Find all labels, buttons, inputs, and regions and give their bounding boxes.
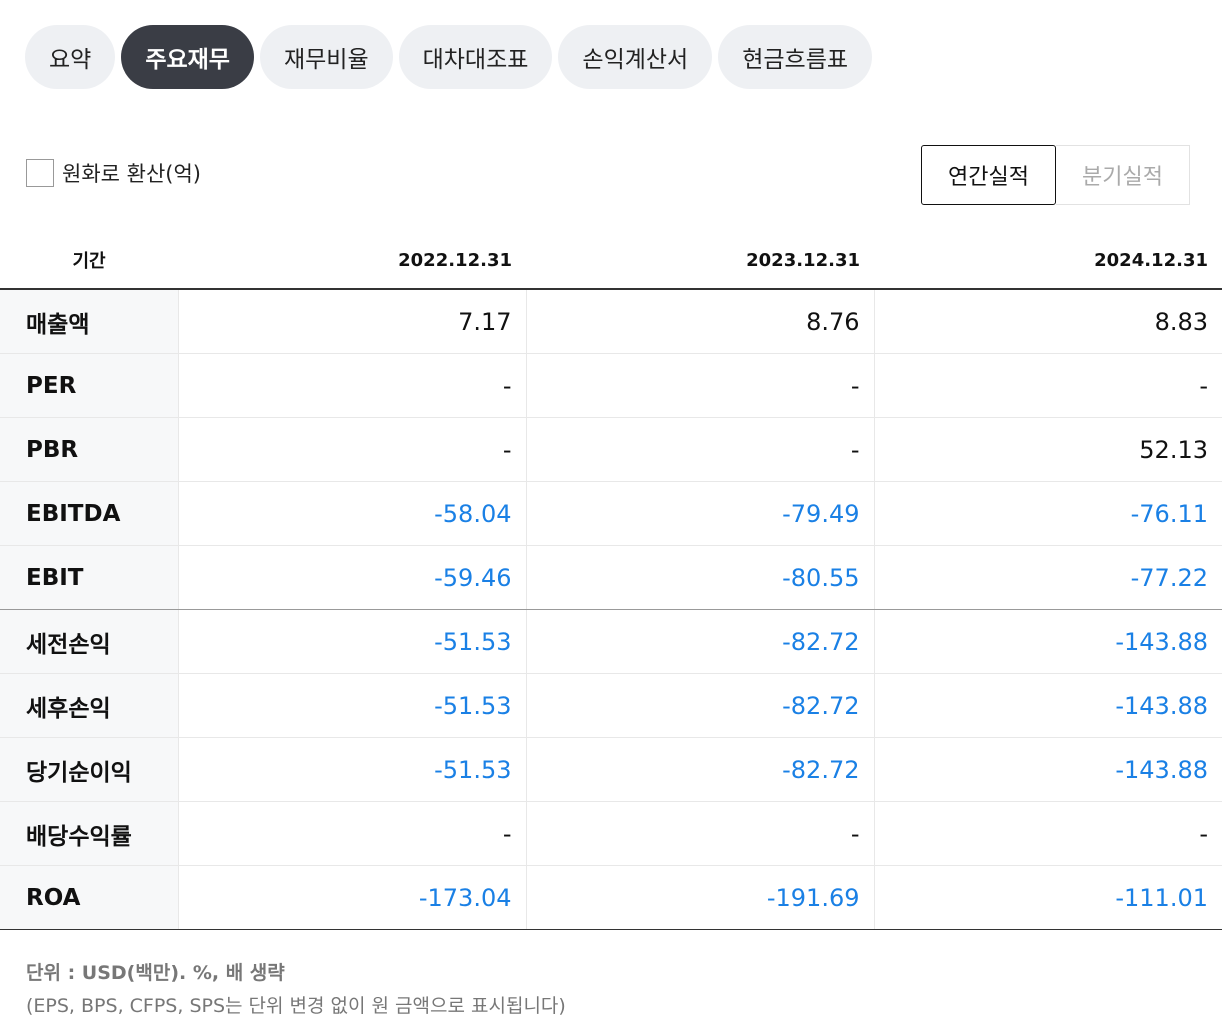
cell-value: - [525, 801, 874, 866]
table-row: 당기순이익 -51.53 -82.72 -143.88 [0, 737, 1222, 802]
row-label: 배당수익률 [0, 801, 178, 866]
tab-cash-flow[interactable]: 현금흐름표 [718, 25, 873, 89]
tab-balance-sheet[interactable]: 대차대조표 [398, 25, 553, 89]
table-footer: 단위 : USD(백만). %, 배 생략 (EPS, BPS, CFPS, S… [26, 958, 566, 1018]
row-label: EBITDA [0, 481, 178, 546]
krw-convert-toggle[interactable]: 원화로 환산(억) [26, 158, 201, 188]
cell-value: -58.04 [177, 481, 526, 546]
row-label: 매출액 [0, 289, 178, 354]
period-toggle: 연간실적 분기실적 [921, 145, 1190, 205]
cell-value: 8.76 [525, 289, 874, 354]
annual-button[interactable]: 연간실적 [921, 145, 1056, 205]
cell-value: 7.17 [177, 289, 526, 354]
krw-convert-checkbox[interactable] [26, 159, 54, 187]
tab-summary[interactable]: 요약 [25, 25, 116, 89]
table-row: EBIT -59.46 -80.55 -77.22 [0, 545, 1222, 610]
table-row: 세전손익 -51.53 -82.72 -143.88 [0, 609, 1222, 674]
row-label: ROA [0, 865, 178, 930]
cell-value: -82.72 [525, 737, 874, 802]
cell-value: -143.88 [873, 609, 1222, 674]
row-label: 당기순이익 [0, 737, 178, 802]
table-header-row: 기간 2022.12.31 2023.12.31 2024.12.31 [0, 232, 1222, 290]
cell-value: - [873, 801, 1222, 866]
cell-value: -82.72 [525, 609, 874, 674]
cell-value: -79.49 [525, 481, 874, 546]
row-label: 세후손익 [0, 673, 178, 738]
unit-note: 단위 : USD(백만). %, 배 생략 [26, 962, 285, 984]
cell-value: -173.04 [177, 865, 526, 930]
tab-financial-ratios[interactable]: 재무비율 [259, 25, 393, 89]
cell-value: -143.88 [873, 673, 1222, 738]
row-label: PER [0, 353, 178, 418]
tab-key-financials[interactable]: 주요재무 [121, 25, 254, 89]
cell-value: -77.22 [873, 545, 1222, 610]
row-label: PBR [0, 417, 178, 482]
eps-note: (EPS, BPS, CFPS, SPS는 단위 변경 없이 원 금액으로 표시… [26, 995, 566, 1017]
cell-value: - [177, 353, 526, 418]
tab-bar: 요약 주요재무 재무비율 대차대조표 손익계산서 현금흐름표 [25, 25, 873, 89]
cell-value: - [177, 801, 526, 866]
quarterly-button[interactable]: 분기실적 [1056, 145, 1190, 205]
period-2024: 2024.12.31 [874, 232, 1222, 290]
cell-value: -80.55 [525, 545, 874, 610]
cell-value: -143.88 [873, 737, 1222, 802]
row-label: 세전손익 [0, 609, 178, 674]
cell-value: -82.72 [525, 673, 874, 738]
cell-value: - [177, 417, 526, 482]
table-row: 배당수익률 - - - [0, 801, 1222, 866]
cell-value: - [525, 417, 874, 482]
cell-value: - [525, 353, 874, 418]
cell-value: -59.46 [177, 545, 526, 610]
cell-value: -111.01 [873, 865, 1222, 930]
cell-value: -76.11 [873, 481, 1222, 546]
row-label: EBIT [0, 545, 178, 610]
cell-value: - [873, 353, 1222, 418]
table-row: ROA -173.04 -191.69 -111.01 [0, 865, 1222, 930]
cell-value: 52.13 [873, 417, 1222, 482]
tab-income-statement[interactable]: 손익계산서 [558, 25, 713, 89]
table-row: 매출액 7.17 8.76 8.83 [0, 289, 1222, 354]
cell-value: -51.53 [177, 737, 526, 802]
cell-value: -191.69 [525, 865, 874, 930]
period-2023: 2023.12.31 [526, 232, 874, 290]
cell-value: -51.53 [177, 673, 526, 738]
table-row: PBR - - 52.13 [0, 417, 1222, 482]
table-row: EBITDA -58.04 -79.49 -76.11 [0, 481, 1222, 546]
table-row: PER - - - [0, 353, 1222, 418]
krw-convert-label: 원화로 환산(억) [62, 162, 201, 186]
cell-value: -51.53 [177, 609, 526, 674]
financials-table: 기간 2022.12.31 2023.12.31 2024.12.31 매출액 … [0, 232, 1222, 930]
cell-value: 8.83 [873, 289, 1222, 354]
period-header: 기간 [0, 232, 178, 290]
period-2022: 2022.12.31 [178, 232, 526, 290]
table-row: 세후손익 -51.53 -82.72 -143.88 [0, 673, 1222, 738]
